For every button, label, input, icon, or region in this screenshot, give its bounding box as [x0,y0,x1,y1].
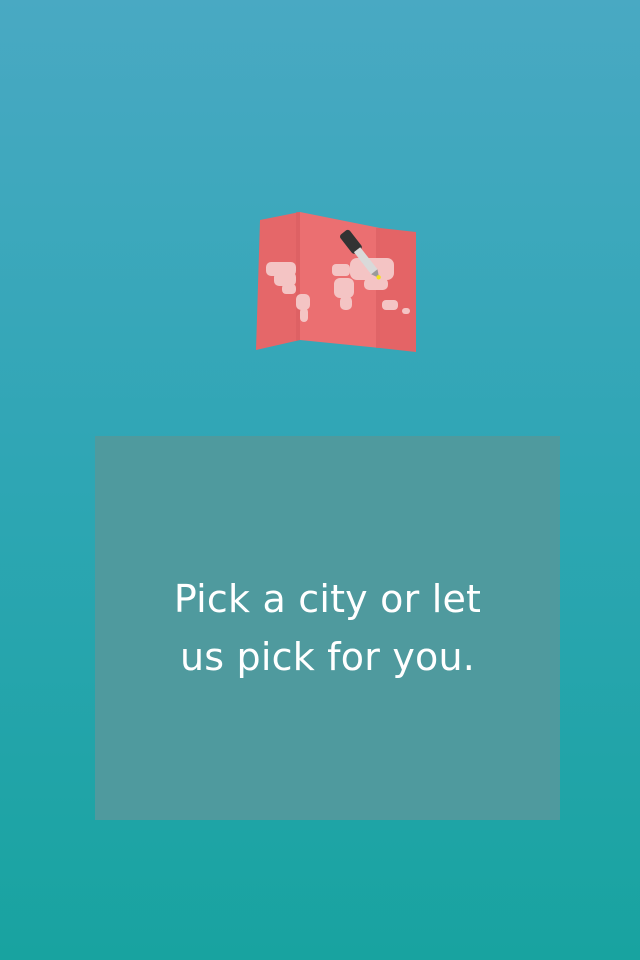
onboarding-screen: Pick a city or let us pick for you. [0,0,640,960]
onboarding-message: Pick a city or let us pick for you. [173,577,482,679]
world-map-with-pen-icon [256,212,416,352]
message-panel: Pick a city or let us pick for you. [95,436,560,820]
